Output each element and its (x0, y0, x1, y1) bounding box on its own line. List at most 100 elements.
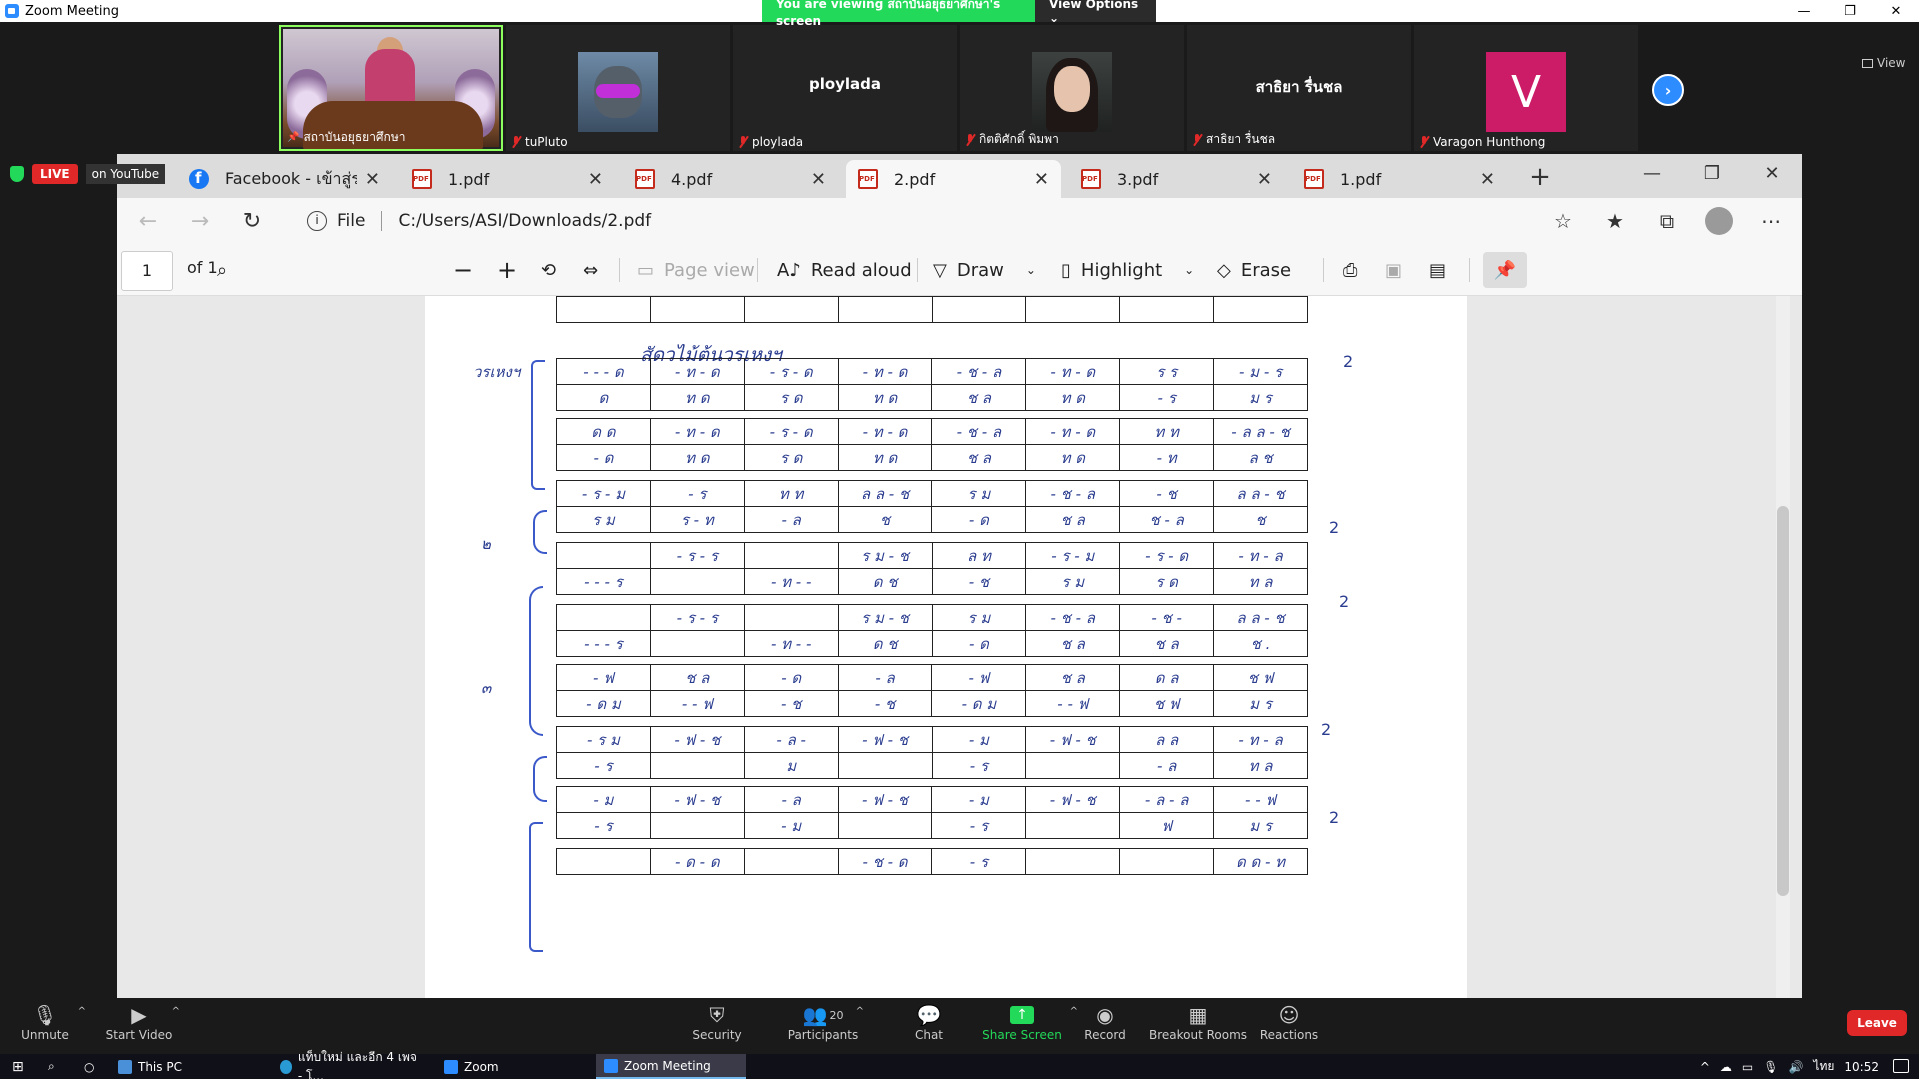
browser-window-controls: — ❐ ✕ (1622, 154, 1802, 192)
info-icon[interactable]: i (307, 211, 327, 231)
score-cell: - ท - ล (1213, 542, 1308, 569)
new-tab-button[interactable]: + (1525, 162, 1555, 192)
participants-button[interactable]: 👥 20 Participants ^ (778, 1002, 868, 1042)
close-tab-icon[interactable]: ✕ (365, 169, 380, 190)
restore-icon[interactable]: ❐ (1682, 154, 1742, 192)
taskbar-item[interactable]: แท็บใหม่ และอีก 4 เพจ - โ... (272, 1050, 432, 1079)
chevron-up-icon[interactable]: ^ (78, 1006, 86, 1017)
record-button[interactable]: ◉ Record (1060, 1002, 1150, 1042)
zoom-out-icon[interactable]: − (453, 254, 473, 286)
chevron-down-icon[interactable]: ⌄ (1184, 263, 1194, 277)
profile-icon[interactable] (1698, 204, 1740, 238)
chevron-up-icon[interactable]: ^ (856, 1006, 864, 1017)
close-icon[interactable]: ✕ (1742, 154, 1802, 192)
participant-tile[interactable]: V Varagon Hunthong (1414, 25, 1638, 151)
next-page-icon[interactable]: › (1652, 74, 1684, 106)
participant-tile[interactable]: ploylada ploylada (733, 25, 957, 151)
page-number-input[interactable]: 1 (121, 251, 173, 291)
fit-width-icon[interactable]: ⇔ (583, 254, 598, 286)
score-cell: ช . (1213, 630, 1308, 657)
minimize-button[interactable]: — (1781, 0, 1827, 22)
taskbar-item[interactable]: This PC (110, 1054, 260, 1079)
save-as-icon[interactable]: ▤ (1429, 254, 1446, 286)
task-view-icon[interactable]: ○ (76, 1054, 102, 1079)
browser-tab[interactable]: 3.pdf ✕ (1069, 160, 1284, 198)
start-video-button[interactable]: ▶ Start Video ^ (94, 1002, 184, 1042)
restore-button[interactable]: ❐ (1827, 0, 1873, 22)
pin-toolbar-icon[interactable]: 📌 (1483, 252, 1527, 288)
language-indicator[interactable]: ไทย (1813, 1057, 1834, 1076)
collections-icon[interactable]: ⧉ (1646, 204, 1688, 238)
window-title: Zoom Meeting (25, 3, 120, 19)
avatar: V (1486, 52, 1566, 132)
score-cell: - ร - ร (649, 604, 745, 631)
search-icon[interactable]: ⌕ (217, 254, 227, 286)
notifications-icon[interactable] (1893, 1059, 1909, 1073)
score-cell: - ร (649, 480, 745, 507)
unmute-button[interactable]: 🎙 Unmute ^ (0, 1002, 90, 1042)
read-aloud-button[interactable]: A♪ Read aloud (777, 254, 912, 286)
rotate-icon[interactable]: ⟲ (541, 254, 556, 286)
leave-button[interactable]: Leave (1847, 1010, 1907, 1036)
pdf-icon (1304, 169, 1324, 189)
security-button[interactable]: ⛨ Security (672, 1002, 762, 1042)
score-cell: ร ม - ช (837, 604, 933, 631)
score-cell: - ม (556, 786, 651, 813)
browser-tab[interactable]: Facebook - เข้าสู่ระบบ ✕ (177, 160, 392, 198)
close-tab-icon[interactable]: ✕ (1257, 169, 1272, 190)
share-screen-button[interactable]: ↑ Share Screen ^ (972, 1002, 1078, 1042)
close-tab-icon[interactable]: ✕ (811, 169, 826, 190)
browser-tab-active[interactable]: 2.pdf ✕ (846, 160, 1061, 198)
start-button[interactable]: ⊞ (4, 1054, 32, 1079)
close-tab-icon[interactable]: ✕ (1480, 169, 1495, 190)
onedrive-icon[interactable]: ☁ (1720, 1060, 1732, 1074)
view-options-button[interactable]: View Options ⌄ (1035, 0, 1156, 25)
save-icon[interactable]: ▣ (1385, 254, 1402, 286)
participant-display-name: สาธิยา รื่นชล (1255, 78, 1343, 96)
browser-tab[interactable]: 1.pdf ✕ (1292, 160, 1507, 198)
participant-tile[interactable]: tuPluto (506, 25, 730, 151)
score-cell: ช ล (1119, 630, 1215, 657)
search-icon[interactable]: ⌕ (40, 1054, 63, 1079)
chevron-down-icon[interactable]: ⌄ (1026, 263, 1036, 277)
participant-tile[interactable]: กิตติศักดิ์ พิมพา (960, 25, 1184, 151)
reactions-button[interactable]: ☺ Reactions (1244, 1002, 1334, 1042)
mic-icon[interactable]: 🎙 (1763, 1060, 1778, 1074)
mic-muted-icon (966, 133, 975, 146)
highlight-button[interactable]: ▯ Highlight ⌄ (1061, 254, 1194, 286)
draw-button[interactable]: ▽ Draw ⌄ (933, 254, 1036, 286)
participant-tile[interactable]: สาธิยา รื่นชล สาธิยา รื่นชล (1187, 25, 1411, 151)
close-tab-icon[interactable]: ✕ (588, 169, 603, 190)
score-row: - ร - ร ร ม - ชร ม- ช - ล- ช -ล ล - ช (556, 604, 1308, 631)
live-indicator[interactable]: LIVE on YouTube (10, 164, 166, 184)
clock[interactable]: 10:52 (1844, 1060, 1879, 1074)
back-arrow-icon[interactable]: ← (127, 203, 169, 239)
erase-button[interactable]: ◇ Erase (1217, 254, 1291, 286)
favorites-icon[interactable]: ★ (1594, 204, 1636, 238)
chat-button[interactable]: 💬 Chat (884, 1002, 974, 1042)
minimize-icon[interactable]: — (1622, 154, 1682, 192)
refresh-icon[interactable]: ↻ (231, 203, 273, 239)
page-view-button[interactable]: ▭ Page view (637, 254, 755, 286)
scrollbar-thumb[interactable] (1777, 506, 1789, 896)
vertical-scrollbar[interactable] (1776, 296, 1790, 998)
forward-arrow-icon[interactable]: → (179, 203, 221, 239)
view-button[interactable]: View (1862, 56, 1905, 70)
url-field[interactable]: i File C:/Users/ASI/Downloads/2.pdf (307, 204, 1657, 238)
participant-tile-speaker[interactable]: 📌 สถาบันอยุธยาศึกษา (279, 25, 503, 151)
browser-tab[interactable]: 1.pdf ✕ (400, 160, 615, 198)
print-icon[interactable]: ⎙ (1343, 254, 1357, 286)
breakout-rooms-button[interactable]: ▦ Breakout Rooms (1148, 1002, 1248, 1042)
network-icon[interactable]: ▭ (1742, 1060, 1753, 1074)
add-favorite-icon[interactable]: ☆ (1542, 204, 1584, 238)
taskbar-item-active[interactable]: Zoom Meeting (596, 1054, 746, 1079)
browser-tab[interactable]: 4.pdf ✕ (623, 160, 838, 198)
close-button[interactable]: ✕ (1873, 0, 1919, 22)
chevron-up-icon[interactable]: ^ (1700, 1060, 1710, 1074)
taskbar-item[interactable]: Zoom (436, 1054, 586, 1079)
zoom-in-icon[interactable]: + (497, 254, 517, 286)
volume-icon[interactable]: 🔊 (1788, 1060, 1803, 1074)
chevron-up-icon[interactable]: ^ (172, 1006, 180, 1017)
more-icon[interactable]: ⋯ (1750, 204, 1792, 238)
close-tab-icon[interactable]: ✕ (1034, 169, 1049, 190)
